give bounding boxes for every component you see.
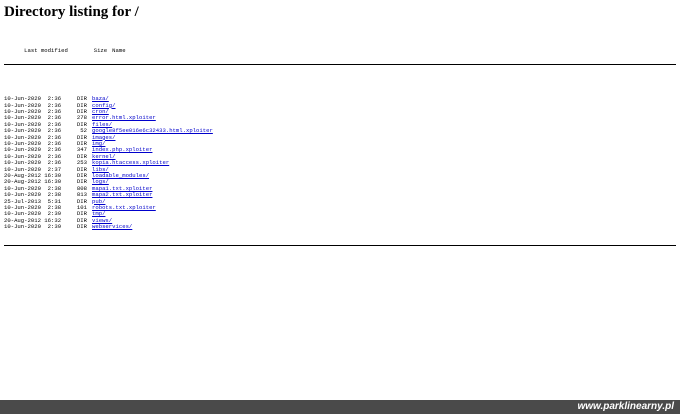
footer-brand[interactable]: www.parklinearny.pl: [577, 401, 674, 412]
page-title: Directory listing for /: [4, 4, 139, 20]
entry-size: DIR: [76, 223, 87, 231]
entry-date: 10-Jun-2020 2:39: [4, 223, 62, 231]
entries-list: 10-Jun-2020 2:36 DIR baza/10-Jun-2020 2:36…: [4, 95, 676, 231]
column-size: Size: [93, 47, 108, 55]
directory-listing-page: Directory listing for / Last modified Siz…: [0, 0, 680, 259]
listing-header: Last modified Size Name: [4, 42, 676, 54]
header-divider: [4, 63, 676, 65]
file-listing: Last modified Size Name 10-Jun-2020 2:36 DI…: [4, 29, 676, 259]
column-last-modified: Last modified: [24, 47, 68, 55]
column-name: Name: [112, 47, 126, 55]
entry-link[interactable]: webservices/: [92, 223, 132, 230]
footer-divider: [4, 245, 676, 247]
footer-bar: www.parklinearny.pl: [0, 400, 680, 414]
list-item: 10-Jun-2020 2:39 DIR webservices/: [4, 223, 676, 231]
